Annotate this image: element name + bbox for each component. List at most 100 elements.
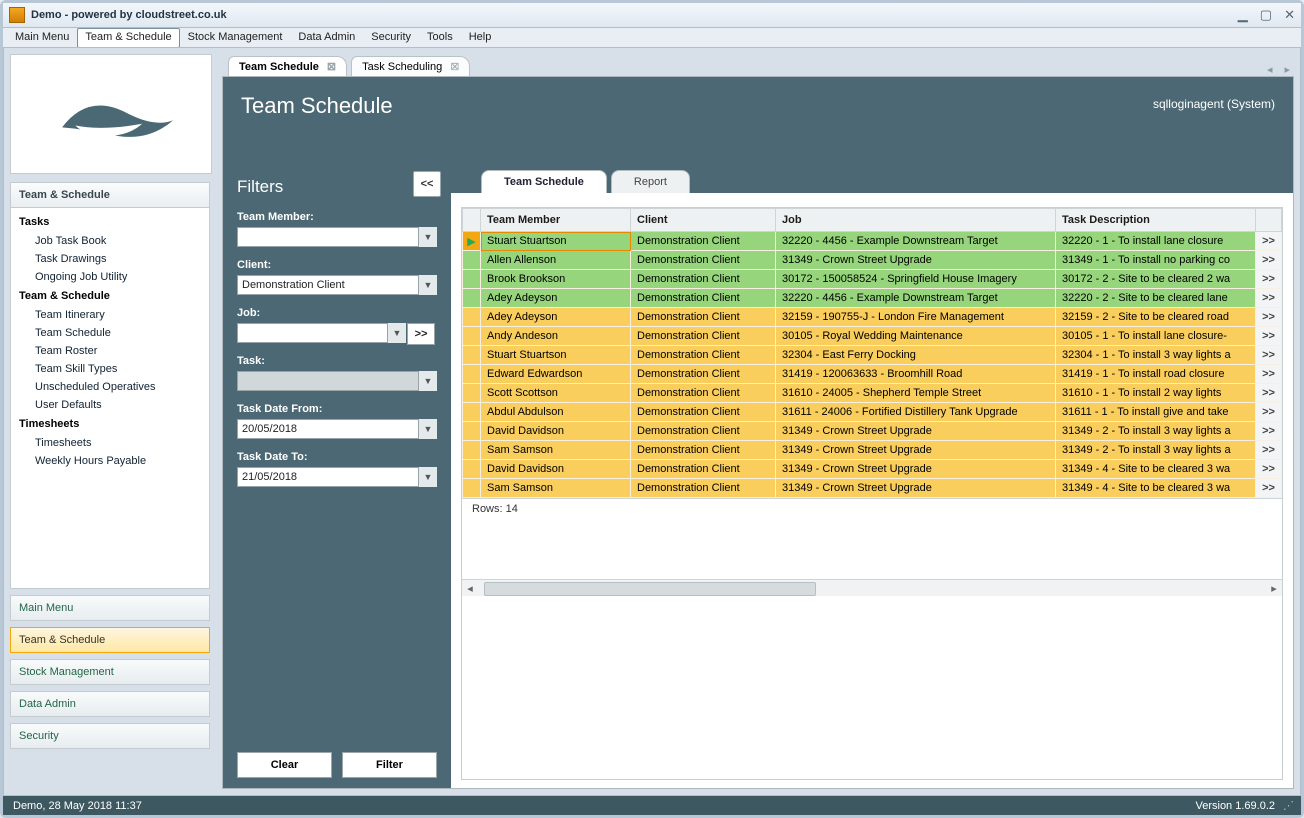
nav-link[interactable]: Team Skill Types: [11, 360, 209, 378]
table-row[interactable]: Andy AndesonDemonstration Client30105 - …: [463, 327, 1282, 346]
job-dropdown-icon[interactable]: ▼: [387, 323, 406, 343]
collapse-filters-button[interactable]: <<: [413, 171, 441, 197]
minimize-button[interactable]: ▁: [1238, 7, 1248, 23]
cell: Abdul Abdulson: [481, 403, 631, 422]
job-go-button[interactable]: >>: [407, 323, 435, 345]
nav-link[interactable]: Task Drawings: [11, 250, 209, 268]
table-row[interactable]: ▶Stuart StuartsonDemonstration Client322…: [463, 232, 1282, 251]
resize-grip-icon[interactable]: ⋰: [1283, 799, 1291, 812]
horizontal-scrollbar[interactable]: ◂ ▸: [462, 579, 1282, 596]
cell: Brook Brookson: [481, 270, 631, 289]
nav-section-button[interactable]: Team & Schedule: [10, 627, 210, 653]
cell: 30105 - 1 - To install lane closure-: [1056, 327, 1256, 346]
inner-tab[interactable]: Report: [611, 170, 690, 193]
row-open-button[interactable]: >>: [1256, 289, 1282, 308]
cell: 31611 - 24006 - Fortified Distillery Tan…: [776, 403, 1056, 422]
team-schedule-grid[interactable]: Team MemberClientJobTask Description ▶St…: [462, 208, 1282, 498]
nav-section-button[interactable]: Stock Management: [10, 659, 210, 685]
nav-link[interactable]: Ongoing Job Utility: [11, 268, 209, 286]
row-open-button[interactable]: >>: [1256, 479, 1282, 498]
client-input[interactable]: [237, 275, 437, 295]
scroll-left-icon[interactable]: ◂: [462, 580, 478, 596]
table-row[interactable]: David DavidsonDemonstration Client31349 …: [463, 460, 1282, 479]
nav-link[interactable]: Team Itinerary: [11, 306, 209, 324]
scroll-thumb[interactable]: [484, 582, 816, 596]
tab-nav-arrow[interactable]: ▸: [1280, 63, 1294, 76]
cell: Demonstration Client: [631, 289, 776, 308]
row-open-button[interactable]: >>: [1256, 327, 1282, 346]
row-open-button[interactable]: >>: [1256, 308, 1282, 327]
table-row[interactable]: Sam SamsonDemonstration Client31349 - Cr…: [463, 479, 1282, 498]
nav-link[interactable]: User Defaults: [11, 396, 209, 414]
table-row[interactable]: Adey AdeysonDemonstration Client32159 - …: [463, 308, 1282, 327]
row-open-button[interactable]: >>: [1256, 270, 1282, 289]
nav-link[interactable]: Job Task Book: [11, 232, 209, 250]
table-row[interactable]: Abdul AbdulsonDemonstration Client31611 …: [463, 403, 1282, 422]
column-header[interactable]: Team Member: [481, 209, 631, 232]
job-input[interactable]: [237, 323, 405, 343]
menu-item[interactable]: Data Admin: [290, 28, 363, 48]
row-open-button[interactable]: >>: [1256, 384, 1282, 403]
table-row[interactable]: Edward EdwardsonDemonstration Client3141…: [463, 365, 1282, 384]
tab-nav-arrow[interactable]: ◂: [1263, 63, 1277, 76]
table-row[interactable]: Allen AllensonDemonstration Client31349 …: [463, 251, 1282, 270]
close-tab-icon[interactable]: ⊠: [327, 60, 336, 73]
menu-item[interactable]: Team & Schedule: [77, 28, 179, 48]
team-member-input[interactable]: [237, 227, 437, 247]
row-open-button[interactable]: >>: [1256, 460, 1282, 479]
nav-section-button[interactable]: Data Admin: [10, 691, 210, 717]
row-open-button[interactable]: >>: [1256, 403, 1282, 422]
column-header[interactable]: [463, 209, 481, 232]
nav-link[interactable]: Unscheduled Operatives: [11, 378, 209, 396]
row-open-button[interactable]: >>: [1256, 232, 1282, 251]
date-to-input[interactable]: [237, 467, 437, 487]
document-tabs: Team Schedule⊠Task Scheduling⊠ ◂▸: [222, 54, 1294, 76]
close-button[interactable]: ✕: [1284, 7, 1295, 23]
menu-item[interactable]: Stock Management: [180, 28, 291, 48]
table-row[interactable]: Brook BrooksonDemonstration Client30172 …: [463, 270, 1282, 289]
inner-tab[interactable]: Team Schedule: [481, 170, 607, 193]
maximize-button[interactable]: ▢: [1260, 7, 1272, 23]
menu-item[interactable]: Main Menu: [7, 28, 77, 48]
nav-section-button[interactable]: Main Menu: [10, 595, 210, 621]
column-header[interactable]: Job: [776, 209, 1056, 232]
table-row[interactable]: David DavidsonDemonstration Client31349 …: [463, 422, 1282, 441]
row-open-button[interactable]: >>: [1256, 346, 1282, 365]
table-row[interactable]: Scott ScottsonDemonstration Client31610 …: [463, 384, 1282, 403]
row-open-button[interactable]: >>: [1256, 441, 1282, 460]
row-open-button[interactable]: >>: [1256, 251, 1282, 270]
column-header[interactable]: Task Description: [1056, 209, 1256, 232]
row-open-button[interactable]: >>: [1256, 422, 1282, 441]
document-tab[interactable]: Team Schedule⊠: [228, 56, 347, 76]
page-header: Team Schedule sqlloginagent (System): [223, 77, 1293, 163]
date-from-input[interactable]: [237, 419, 437, 439]
cell: 31349 - Crown Street Upgrade: [776, 479, 1056, 498]
nav-link[interactable]: Weekly Hours Payable: [11, 452, 209, 470]
nav-link[interactable]: Team Schedule: [11, 324, 209, 342]
date-from-dropdown-icon[interactable]: ▼: [418, 419, 437, 439]
menu-item[interactable]: Help: [461, 28, 500, 48]
document-tab[interactable]: Task Scheduling⊠: [351, 56, 470, 76]
clear-button[interactable]: Clear: [237, 752, 332, 778]
current-user: sqlloginagent (System): [1153, 97, 1275, 111]
menu-item[interactable]: Security: [363, 28, 419, 48]
nav-link[interactable]: Timesheets: [11, 434, 209, 452]
nav-section-button[interactable]: Security: [10, 723, 210, 749]
task-label: Task:: [237, 355, 437, 367]
date-to-dropdown-icon[interactable]: ▼: [418, 467, 437, 487]
close-tab-icon[interactable]: ⊠: [450, 60, 459, 73]
column-header[interactable]: [1256, 209, 1282, 232]
window-titlebar: Demo - powered by cloudstreet.co.uk ▁ ▢ …: [3, 3, 1301, 28]
table-row[interactable]: Stuart StuartsonDemonstration Client3230…: [463, 346, 1282, 365]
row-open-button[interactable]: >>: [1256, 365, 1282, 384]
table-row[interactable]: Adey AdeysonDemonstration Client32220 - …: [463, 289, 1282, 308]
nav-link[interactable]: Team Roster: [11, 342, 209, 360]
column-header[interactable]: Client: [631, 209, 776, 232]
scroll-right-icon[interactable]: ▸: [1266, 580, 1282, 596]
filter-button[interactable]: Filter: [342, 752, 437, 778]
team-member-dropdown-icon[interactable]: ▼: [418, 227, 437, 247]
table-row[interactable]: Sam SamsonDemonstration Client31349 - Cr…: [463, 441, 1282, 460]
menu-item[interactable]: Tools: [419, 28, 461, 48]
task-dropdown-icon[interactable]: ▼: [418, 371, 437, 391]
client-dropdown-icon[interactable]: ▼: [418, 275, 437, 295]
